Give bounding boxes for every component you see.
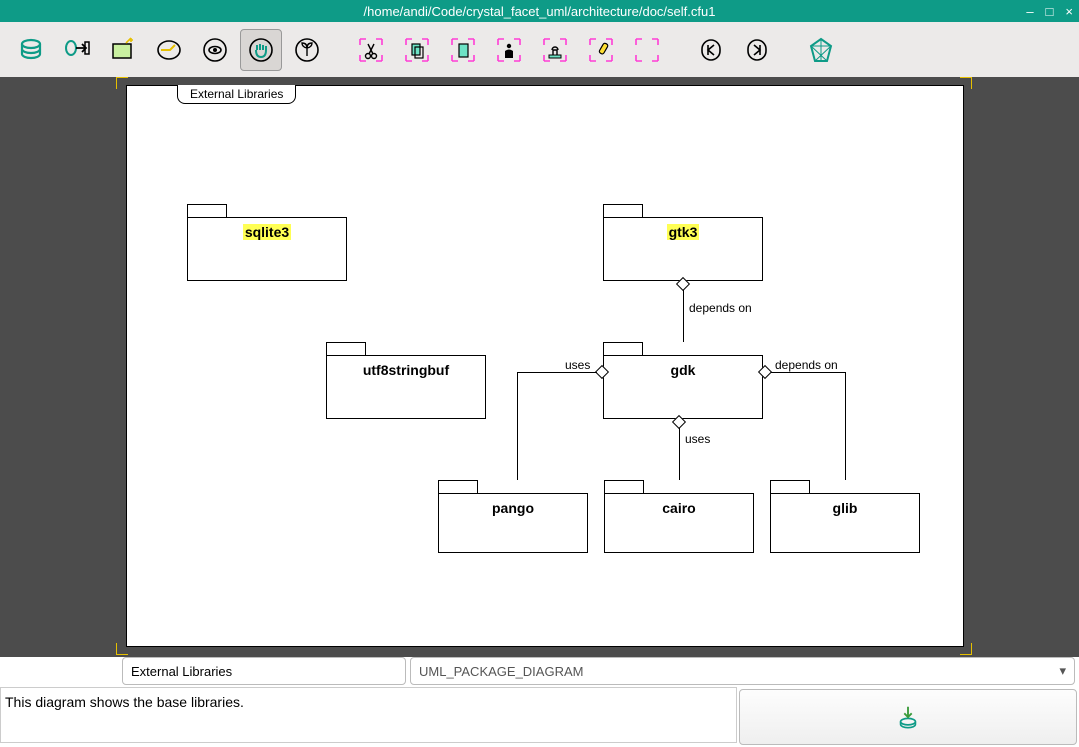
package-cairo[interactable]: cairo [604, 480, 754, 553]
type-select[interactable]: UML_PACKAGE_DIAGRAM ▾ [410, 657, 1075, 685]
commit-button[interactable] [739, 689, 1077, 745]
package-utf8stringbuf[interactable]: utf8stringbuf [326, 342, 486, 419]
description-textarea[interactable] [0, 687, 737, 743]
package-label: gdk [671, 362, 696, 378]
select-area-button[interactable] [626, 29, 668, 71]
cut-button[interactable] [350, 29, 392, 71]
minimize-button[interactable]: – [1026, 4, 1033, 19]
name-input[interactable] [122, 657, 406, 685]
connector-line[interactable] [517, 372, 518, 480]
package-pango[interactable]: pango [438, 480, 588, 553]
window-title: /home/andi/Code/crystal_facet_uml/archit… [364, 4, 716, 19]
chevron-down-icon: ▾ [1059, 663, 1066, 679]
package-label: gtk3 [667, 224, 700, 240]
hand-tool-button[interactable] [240, 29, 282, 71]
connector-line[interactable] [679, 428, 680, 480]
package-glib[interactable]: glib [770, 480, 920, 553]
type-select-value: UML_PACKAGE_DIAGRAM [419, 664, 583, 679]
view-button[interactable] [194, 29, 236, 71]
connector-line[interactable] [771, 372, 846, 373]
connector-label: depends on [775, 358, 838, 372]
open-button[interactable] [148, 29, 190, 71]
diagram-canvas[interactable]: External Libraries sqlite3 gtk3 utf8stri… [126, 85, 964, 647]
package-sqlite3[interactable]: sqlite3 [187, 204, 347, 281]
workspace: External Libraries sqlite3 gtk3 utf8stri… [0, 77, 1079, 657]
close-button[interactable]: × [1065, 4, 1073, 19]
stamp-button[interactable] [534, 29, 576, 71]
undo-button[interactable] [690, 29, 732, 71]
connector-label: depends on [689, 301, 752, 315]
connector-label: uses [685, 432, 710, 446]
highlight-button[interactable] [580, 29, 622, 71]
connector-line[interactable] [845, 372, 846, 480]
new-window-button[interactable] [102, 29, 144, 71]
export-button[interactable] [56, 29, 98, 71]
diagram-title-tab[interactable]: External Libraries [177, 85, 296, 104]
package-label: glib [833, 500, 858, 516]
paste-button[interactable] [442, 29, 484, 71]
maximize-button[interactable]: □ [1046, 4, 1054, 19]
copy-button[interactable] [396, 29, 438, 71]
package-gdk[interactable]: gdk [603, 342, 763, 419]
editor-panel: UML_PACKAGE_DIAGRAM ▾ [0, 657, 1079, 747]
connector-line[interactable] [517, 372, 597, 373]
package-label: utf8stringbuf [363, 362, 449, 378]
about-button[interactable] [800, 29, 842, 71]
sprout-button[interactable] [286, 29, 328, 71]
package-label: sqlite3 [243, 224, 291, 240]
package-gtk3[interactable]: gtk3 [603, 204, 763, 281]
actor-button[interactable] [488, 29, 530, 71]
connector-label: uses [565, 358, 590, 372]
connector-line[interactable] [683, 290, 684, 342]
window-titlebar: /home/andi/Code/crystal_facet_uml/archit… [0, 0, 1079, 22]
database-button[interactable] [10, 29, 52, 71]
redo-button[interactable] [736, 29, 778, 71]
main-toolbar [0, 22, 1079, 77]
package-label: cairo [662, 500, 695, 516]
package-label: pango [492, 500, 534, 516]
